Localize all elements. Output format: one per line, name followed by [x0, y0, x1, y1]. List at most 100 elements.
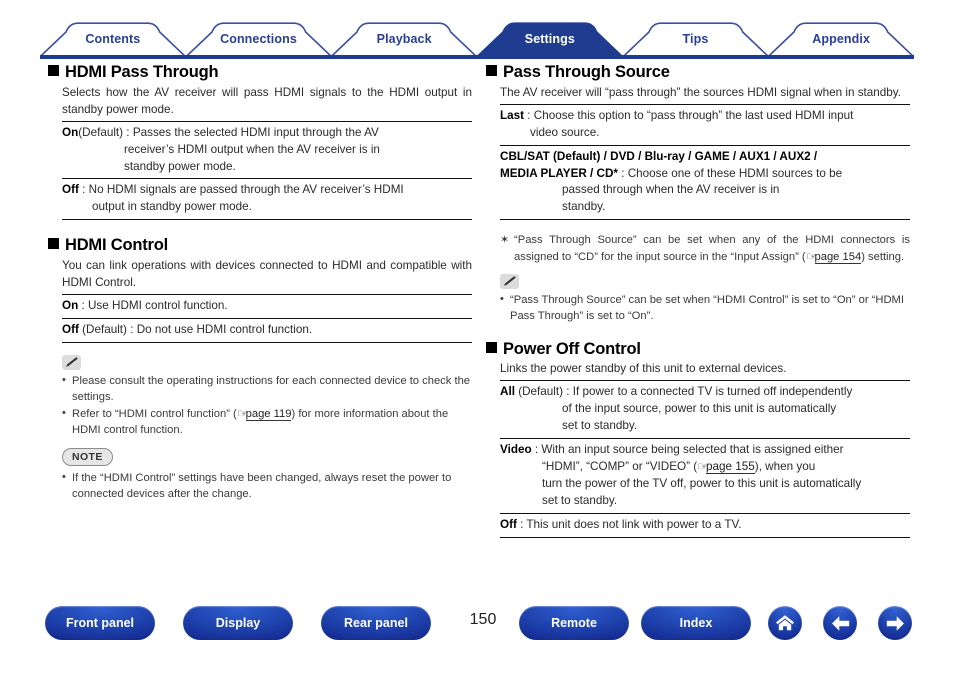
section-lead-text: Selects how the AV receiver will pass HD… — [62, 85, 472, 116]
definition-line: Choose this option to “pass through” the… — [533, 108, 854, 122]
tab-contents[interactable]: Contents — [40, 22, 186, 56]
display-button[interactable]: Display — [183, 606, 293, 640]
section-lead-text: You can link operations with devices con… — [62, 259, 472, 289]
definition-line: passed through when the AV receiver is i… — [562, 183, 780, 197]
term-qualifier: (Default) — [78, 125, 124, 139]
tab-connections[interactable]: Connections — [186, 22, 332, 56]
note-badge: NOTE — [62, 448, 113, 466]
pointing-hand-icon: ☞ — [697, 461, 709, 474]
term-label: Off — [62, 183, 79, 197]
heading-text: Power Off Control — [503, 339, 641, 358]
tip-text: Please consult the operating instruction… — [72, 374, 471, 404]
term-qualifier: (Default) — [82, 322, 127, 336]
definition-list-power-off-control: All (Default) : If power to a connected … — [500, 380, 910, 539]
tab-appendix[interactable]: Appendix — [768, 22, 914, 56]
tab-playback[interactable]: Playback — [331, 22, 477, 56]
definition-list-pass-through: On(Default) : Passes the selected HDMI i… — [62, 120, 472, 221]
term-label: On — [62, 125, 79, 139]
definition-line: receiver’s HDMI output when the AV recei… — [124, 142, 380, 156]
term-separator: : — [78, 298, 88, 312]
pencil-icon — [62, 354, 81, 370]
button-label: Rear panel — [344, 616, 408, 630]
term-separator: : — [516, 518, 527, 532]
term-separator: : — [123, 125, 133, 139]
definition-line: standby. — [562, 200, 606, 214]
term-separator: : — [563, 385, 573, 399]
definition-line: This unit does not link with power to a … — [526, 518, 742, 532]
button-label: Display — [215, 616, 261, 630]
tab-settings[interactable]: Settings — [477, 22, 623, 56]
index-button[interactable]: Index — [641, 606, 751, 640]
page-reference-link[interactable]: ☞page 154 — [805, 250, 862, 264]
section-heading-power-off-control: Power Off Control — [486, 339, 910, 360]
term-label: Last — [500, 108, 525, 122]
term-separator: : — [617, 166, 628, 180]
front-panel-button[interactable]: Front panel — [45, 606, 155, 640]
page-number: 150 — [469, 611, 497, 628]
section-lead-text: The AV receiver will “pass through” the … — [500, 85, 902, 99]
definition-line: No HDMI signals are passed through the A… — [88, 183, 404, 197]
definition-line: ), when you — [754, 460, 816, 474]
definition-line: standby power mode. — [124, 159, 236, 173]
term-separator: : — [126, 322, 137, 336]
bullet-square-icon — [486, 341, 497, 353]
definition-line: of the input source, power to this unit … — [562, 402, 837, 416]
definition-line: Use HDMI control function. — [87, 298, 228, 312]
definition-row-last: Last : Choose this option to “pass throu… — [500, 103, 910, 145]
asterisk-note: ✶ “Pass Through Source” can be set when a… — [500, 232, 910, 265]
right-column: Pass Through Source The AV receiver will… — [486, 62, 910, 539]
definition-row-video: Video : With an input source being selec… — [500, 438, 910, 513]
rear-panel-button[interactable]: Rear panel — [321, 606, 431, 640]
page-reference-link[interactable]: ☞page 155 — [697, 460, 755, 475]
term-label: Off — [500, 518, 517, 532]
tab-label: Appendix — [812, 31, 871, 46]
term-qualifier: (Default) — [518, 385, 564, 399]
term-separator: : — [78, 183, 89, 197]
source-terms-row2: MEDIA PLAYER / CD* — [500, 166, 618, 180]
term-separator: : — [531, 443, 542, 457]
bullet-square-icon — [486, 65, 497, 76]
definition-line: Choose one of these HDMI sources to be — [627, 166, 843, 180]
section-lead-text: Links the power standby of this unit to … — [500, 362, 787, 376]
definition-row-off: Off : No HDMI signals are passed through… — [62, 178, 472, 221]
footer-navigation: Front panel Display Rear panel 150 Remot… — [0, 606, 954, 650]
list-item: Refer to “HDMI control function” (☞page … — [62, 405, 472, 439]
heading-text: Pass Through Source — [503, 63, 670, 81]
term-label: On — [62, 298, 79, 312]
definition-line: Do not use HDMI control function. — [136, 322, 313, 336]
page-link-text[interactable]: page 154 — [814, 250, 862, 264]
home-icon[interactable] — [768, 606, 802, 640]
page-link-text[interactable]: page 155 — [706, 460, 755, 475]
notes-list: If the “HDMI Control” settings have been… — [62, 469, 472, 503]
section-heading-hdmi-pass-through: HDMI Pass Through — [48, 62, 472, 83]
definition-row-off: Off : This unit does not link with power… — [500, 513, 910, 539]
bullet-square-icon — [48, 65, 59, 76]
arrow-left-icon[interactable] — [823, 606, 857, 640]
button-label: Front panel — [65, 616, 135, 630]
definition-row-on: On(Default) : Passes the selected HDMI i… — [62, 120, 472, 179]
list-item: Please consult the operating instruction… — [62, 372, 472, 406]
tab-tips[interactable]: Tips — [623, 22, 769, 56]
term-separator: : — [524, 108, 534, 122]
pencil-icon — [500, 274, 519, 290]
definition-line: With an input source being selected that… — [541, 443, 844, 457]
remote-button[interactable]: Remote — [519, 606, 629, 640]
list-item: “Pass Through Source” can be set when “H… — [500, 291, 910, 325]
note-text: ) setting. — [861, 250, 905, 263]
pointing-hand-icon: ☞ — [805, 250, 818, 263]
definition-line: output in standby power mode. — [92, 200, 252, 214]
heading-text: HDMI Control — [65, 236, 168, 255]
section-heading-pass-through-source: Pass Through Source — [486, 62, 910, 83]
definition-row-sources: CBL/SAT (Default) / DVD / Blu-ray / GAME… — [500, 144, 910, 221]
button-label: Remote — [551, 616, 597, 630]
tab-label: Playback — [376, 31, 432, 46]
asterisk-marker: ✶ — [500, 234, 510, 247]
page-reference-link[interactable]: ☞page 119 — [237, 407, 292, 421]
section-heading-hdmi-control: HDMI Control — [48, 235, 472, 256]
page-link-text[interactable]: page 119 — [245, 407, 292, 421]
tips-list: Please consult the operating instruction… — [62, 372, 472, 439]
source-terms-row1: CBL/SAT (Default) / DVD / Blu-ray / GAME… — [500, 149, 818, 163]
definition-line: set to standby. — [542, 494, 618, 508]
arrow-right-icon[interactable] — [878, 606, 912, 640]
tips-list: “Pass Through Source” can be set when “H… — [500, 291, 910, 325]
